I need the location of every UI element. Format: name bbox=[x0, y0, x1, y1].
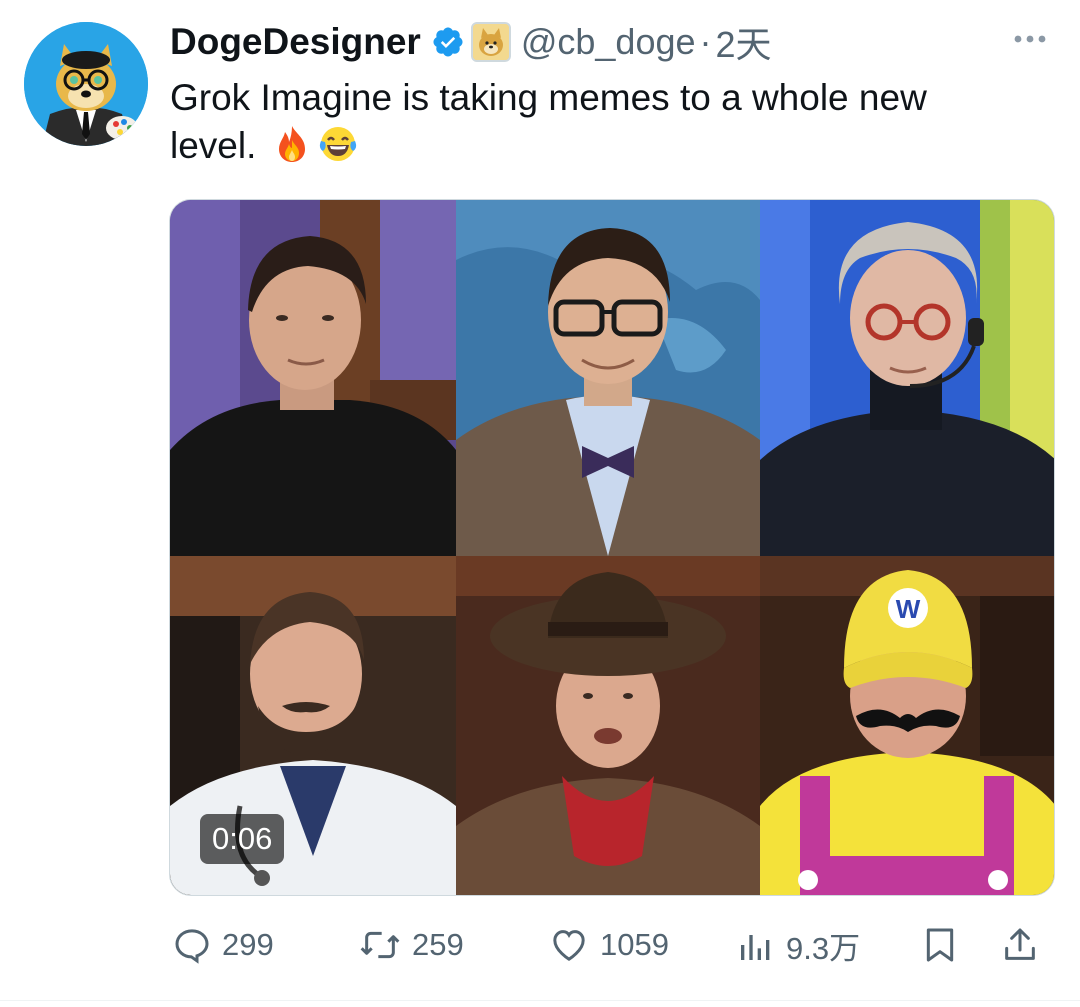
bookmark-button[interactable] bbox=[920, 920, 960, 970]
media-tile-5 bbox=[456, 556, 760, 895]
tweet-text-line-1: Grok Imagine is taking memes to a whole … bbox=[170, 77, 927, 118]
author-handle[interactable]: @cb_doge bbox=[521, 21, 696, 63]
tweet-card[interactable]: DogeDesigner @cb_doge · 2天 Grok Imagine … bbox=[0, 0, 1080, 1007]
tweet-header: DogeDesigner @cb_doge · 2天 bbox=[170, 14, 772, 70]
views-count: 9.3万 bbox=[786, 930, 861, 966]
person-wario-costume-image: W bbox=[760, 556, 1054, 895]
media-tile-3 bbox=[760, 200, 1054, 556]
like-button[interactable]: 1059 bbox=[548, 920, 669, 970]
tweet-timestamp[interactable]: 2天 bbox=[716, 16, 772, 68]
retweet-count: 259 bbox=[412, 927, 464, 962]
reply-button[interactable]: 299 bbox=[172, 920, 274, 970]
tweet-text-line-2: level. bbox=[170, 122, 1050, 170]
bookmark-icon bbox=[920, 925, 960, 965]
author-display-name[interactable]: DogeDesigner bbox=[170, 21, 421, 63]
media-tile-6: W bbox=[760, 556, 1054, 895]
tweet-divider bbox=[0, 1000, 1080, 1001]
reply-count: 299 bbox=[222, 927, 274, 962]
tweet-text: Grok Imagine is taking memes to a whole … bbox=[170, 74, 1050, 170]
person-black-sweater-image bbox=[170, 200, 456, 556]
laughing-tears-emoji bbox=[318, 124, 358, 164]
doge-affiliate-badge[interactable] bbox=[470, 22, 511, 62]
author-avatar[interactable] bbox=[24, 22, 148, 146]
tweet-action-bar: 299 259 1059 9.3万 bbox=[170, 920, 1055, 970]
separator-dot: · bbox=[699, 21, 712, 62]
share-icon bbox=[1000, 925, 1040, 965]
retweet-icon bbox=[358, 925, 402, 965]
person-cowboy-hat-image bbox=[456, 556, 760, 895]
verified-badge-icon[interactable] bbox=[431, 25, 465, 59]
media-tile-2 bbox=[456, 200, 760, 556]
media-tile-1 bbox=[170, 200, 456, 556]
video-duration-badge: 0:06 bbox=[200, 814, 285, 864]
person-glasses-bowtie-image bbox=[456, 200, 760, 556]
reply-icon bbox=[172, 925, 212, 965]
more-options-icon[interactable] bbox=[1008, 24, 1052, 54]
person-gray-hair-headset-image bbox=[760, 200, 1054, 556]
like-count: 1059 bbox=[600, 927, 669, 962]
views-chart-icon bbox=[736, 925, 776, 965]
tweet-video[interactable]: W 0:06 bbox=[169, 199, 1055, 896]
heart-icon bbox=[548, 925, 590, 965]
doge-avatar-illustration bbox=[24, 22, 148, 146]
views-button[interactable]: 9.3万 bbox=[736, 920, 860, 970]
share-button[interactable] bbox=[1000, 920, 1040, 970]
svg-text:W: W bbox=[896, 594, 921, 624]
tweet-text-line-2-text: level. bbox=[170, 125, 257, 166]
retweet-button[interactable]: 259 bbox=[358, 920, 464, 970]
fire-emoji bbox=[272, 124, 312, 164]
